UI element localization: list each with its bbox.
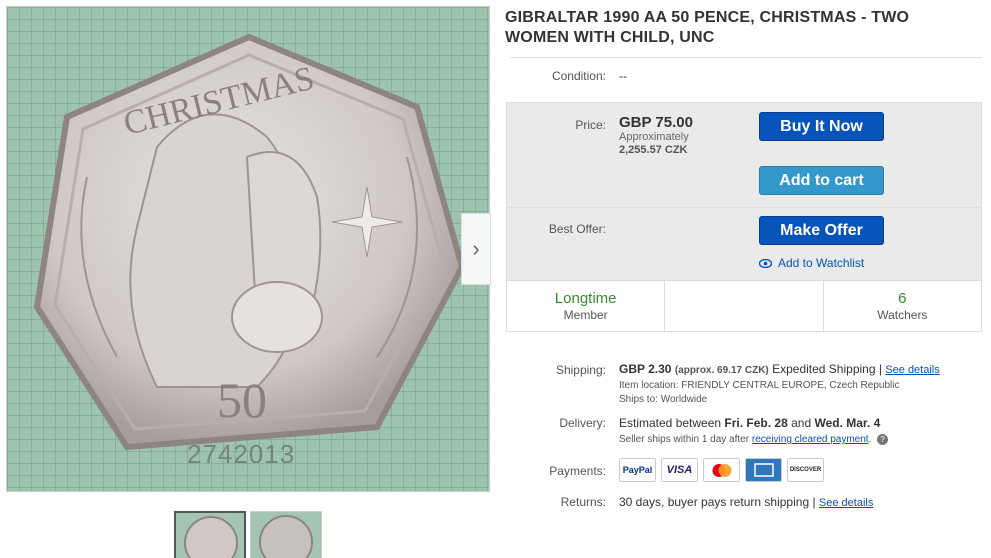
watchlist-label: Add to Watchlist [778, 256, 865, 270]
stat-big: 6 [898, 290, 907, 307]
stat-small: Member [563, 308, 608, 322]
delivery-prefix: Estimated between [619, 416, 725, 430]
eye-icon [759, 258, 772, 268]
handling-time: Seller ships within 1 day after receivin… [619, 434, 889, 445]
returns-row: 30 days, buyer pays return shipping | Se… [619, 495, 873, 509]
make-offer-button[interactable]: Make Offer [759, 216, 884, 245]
best-offer-label: Best Offer: [548, 222, 606, 236]
shipping-price: GBP 2.30 [619, 362, 672, 376]
coin-thumb-icon [176, 513, 244, 558]
listing-title: GIBRALTAR 1990 AA 50 PENCE, CHRISTMAS - … [505, 9, 910, 46]
stat-big: Longtime [554, 290, 617, 307]
paypal-icon: PayPal [619, 458, 656, 482]
condition-label: Condition: [551, 69, 606, 83]
thumbnail-strip [174, 511, 322, 558]
stat-watchers: 6 Watchers [824, 281, 981, 331]
thumbnail-1[interactable] [174, 511, 246, 558]
discover-icon: DISCOVER [787, 458, 824, 482]
cleared-payment-link[interactable]: receiving cleared payment [752, 434, 869, 445]
shipping-row: GBP 2.30 (approx. 69.17 CZK) Expedited S… [619, 362, 940, 376]
handling-text: Seller ships within 1 day after [619, 434, 750, 445]
shipping-service: Expedited Shipping | [772, 362, 882, 376]
delivery-estimate: Estimated between Fri. Feb. 28 and Wed. … [619, 416, 880, 430]
returns-value: 30 days, buyer pays return shipping | [619, 495, 816, 509]
add-to-cart-button[interactable]: Add to cart [759, 166, 884, 195]
help-icon[interactable]: ? [877, 434, 889, 445]
stat-small: Watchers [877, 308, 928, 322]
shipping-approx: (approx. 69.17 CZK) [674, 365, 769, 376]
coin-thumb-icon [251, 512, 321, 558]
price-label: Price: [575, 118, 606, 132]
add-to-watchlist-link[interactable]: Add to Watchlist [759, 256, 864, 270]
delivery-and: and [787, 416, 815, 430]
handling-end: . [868, 434, 872, 445]
shipping-details-link[interactable]: See details [885, 364, 939, 376]
delivery-date-to: Wed. Mar. 4 [814, 416, 881, 430]
buy-it-now-button[interactable]: Buy It Now [759, 112, 884, 141]
visa-icon: VISA [661, 458, 698, 482]
delivery-date-from: Fri. Feb. 28 [724, 416, 788, 430]
divider [510, 57, 982, 58]
coin-denomination: 50 [217, 372, 267, 428]
seller-stats: Longtime Member 6 Watchers [507, 280, 981, 331]
main-product-image[interactable]: CHRISTMAS 50 2742013 [6, 6, 490, 492]
listing-page: CHRISTMAS 50 2742013 › GIBRALTAR 1990 AA… [0, 0, 991, 558]
ships-to: Ships to: Worldwide [619, 394, 708, 405]
approx-label: Approximately [619, 131, 689, 143]
returns-label: Returns: [560, 495, 606, 509]
payments-label: Payments: [549, 464, 606, 478]
price-value: GBP 75.00 [619, 114, 693, 131]
buy-box: Price: GBP 75.00 Approximately 2,255.57 … [506, 102, 982, 332]
item-location: Item location: FRIENDLY CENTRAL EUROPE, … [619, 380, 900, 391]
stat-longtime-member: Longtime Member [507, 281, 666, 331]
watermark: 2742013 [187, 439, 296, 469]
delivery-label: Delivery: [559, 416, 606, 430]
stat-empty [665, 281, 824, 331]
thumbnail-2[interactable] [250, 511, 322, 558]
chevron-right-icon: › [472, 236, 480, 261]
condition-value: -- [619, 69, 627, 83]
divider [507, 207, 981, 208]
approx-value: 2,255.57 CZK [619, 144, 688, 156]
coin-photo: CHRISTMAS 50 [7, 7, 489, 491]
payment-logos: PayPal VISA DISCOVER [619, 458, 824, 482]
returns-details-link[interactable]: See details [819, 497, 873, 509]
next-image-button[interactable]: › [461, 213, 491, 285]
shipping-label: Shipping: [555, 363, 606, 377]
mastercard-icon [703, 458, 740, 482]
amex-icon [745, 458, 782, 482]
